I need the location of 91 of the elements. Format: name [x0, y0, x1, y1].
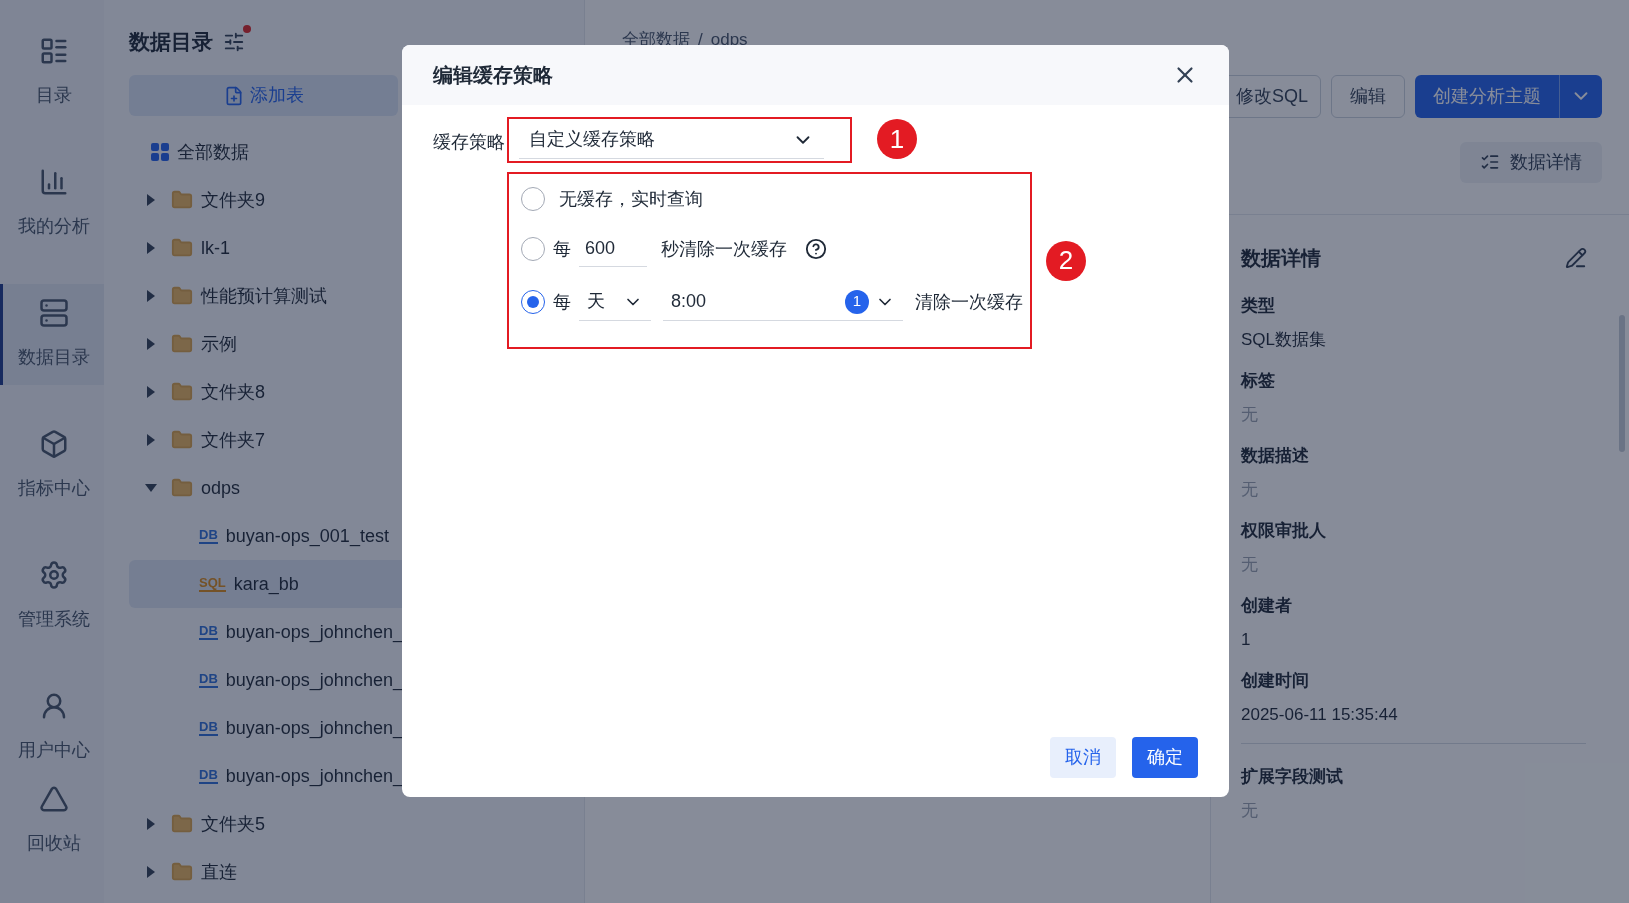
tree-label: 文件夹8 [201, 380, 265, 404]
tree-label: 文件夹7 [201, 428, 265, 452]
option-label: 清除一次缓存 [915, 290, 1023, 314]
tree-label: buyan-ops_johnchen_ [225, 764, 403, 789]
nav-item[interactable]: 我的分析 [0, 153, 104, 254]
seconds-field[interactable]: 600 [579, 231, 647, 267]
list-icon [1480, 152, 1500, 172]
option-label: 秒清除一次缓存 [661, 237, 787, 261]
add-table-button[interactable]: 添加表 [129, 75, 398, 116]
tree-item[interactable]: 直连 [129, 848, 559, 896]
triangle-icon [38, 784, 69, 814]
gear-icon [38, 560, 69, 590]
folder-icon [171, 429, 193, 451]
help-icon[interactable] [805, 238, 827, 260]
tree-label: buyan-ops_johnchen_ [225, 716, 403, 741]
field-label: 权限审批人 [1241, 520, 1327, 542]
tree-label: 直连 [201, 860, 237, 884]
tree-item[interactable]: 示例 [129, 320, 559, 368]
tree-label: buyan-ops_johnchen_ [225, 620, 403, 645]
edit-icon[interactable] [1565, 247, 1587, 269]
option-label: 每 [553, 237, 571, 261]
nav-item[interactable]: 目录 [0, 22, 104, 123]
caret-right-icon[interactable] [147, 434, 155, 446]
nav-item[interactable]: 管理系统 [0, 546, 104, 647]
tree-label: buyan-ops_001_test [225, 524, 389, 549]
tree-item[interactable]: 文件夹9 [129, 176, 559, 224]
filter-icon[interactable] [223, 31, 245, 53]
tree-label: 文件夹9 [201, 188, 265, 212]
tree-item[interactable]: odps [129, 464, 559, 512]
tree-item[interactable]: 文件夹7 [129, 416, 559, 464]
tree-item[interactable]: DB buyan-ops_johnchen_ [129, 656, 559, 704]
tree-item[interactable]: DB buyan-ops_001_test [129, 512, 559, 560]
option-label: 每 [553, 290, 571, 314]
tree-label: 文件夹5 [201, 812, 265, 836]
caret-right-icon[interactable] [147, 866, 155, 878]
folder-icon [171, 861, 193, 883]
create-topic-button[interactable]: 创建分析主题 [1415, 74, 1602, 118]
caret-right-icon[interactable] [147, 386, 155, 398]
time-select[interactable]: 8:00 1 [663, 283, 903, 321]
toolbar-button[interactable]: 编辑 [1331, 74, 1405, 118]
data-details-button[interactable]: 数据详情 [1460, 141, 1602, 183]
folder-icon [171, 333, 193, 355]
tree-label: 示例 [201, 332, 237, 356]
field-value: SQL数据集 [1241, 328, 1328, 351]
field-label: 扩展字段测试 [1241, 766, 1344, 788]
folder-icon [171, 285, 193, 307]
caret-right-icon[interactable] [147, 242, 155, 254]
caret-right-icon[interactable] [147, 338, 155, 350]
ok-button[interactable]: 确定 [1132, 737, 1198, 778]
panel-title: 数据目录 [129, 29, 213, 56]
field-label: 创建者 [1241, 595, 1293, 617]
field-label: 标签 [1241, 370, 1276, 392]
field-value: 1 [1241, 628, 1252, 651]
unit-select[interactable]: 天 [579, 283, 651, 321]
step-badge: 2 [1046, 240, 1086, 281]
panel-title: 数据详情 [1241, 246, 1321, 271]
nav-item[interactable]: 指标中心 [0, 415, 104, 516]
tree-label: 全部数据 [177, 140, 249, 164]
strategy-select[interactable]: 自定义缓存策略 [519, 121, 824, 159]
tree-item[interactable]: DB buyan-ops_johnchen_ [129, 608, 559, 656]
field-label: 类型 [1241, 295, 1276, 317]
caret-right-icon[interactable] [147, 194, 155, 206]
folder-icon [171, 477, 193, 499]
folder-icon [171, 813, 193, 835]
caret-right-icon[interactable] [147, 290, 155, 302]
dialog-title: 编辑缓存策略 [433, 63, 553, 88]
option-label: 无缓存，实时查询 [559, 187, 703, 211]
folder-icon [171, 381, 193, 403]
tree-label: buyan-ops_johnchen_ [225, 668, 403, 693]
caret-right-icon[interactable] [147, 818, 155, 830]
tree-item[interactable]: DB buyan-ops_johnchen_ [129, 704, 559, 752]
folder-icon [171, 189, 193, 211]
tree-item[interactable]: 文件夹8 [129, 368, 559, 416]
count-badge: 1 [845, 289, 869, 314]
field-label: 数据描述 [1241, 445, 1310, 467]
grid-icon [151, 143, 169, 161]
step-badge: 1 [877, 119, 917, 159]
tree-item[interactable]: 文件夹5 [129, 800, 559, 848]
field-label: 缓存策略 [433, 131, 506, 154]
folder-icon [171, 237, 193, 259]
field-label: 创建时间 [1241, 670, 1310, 692]
tree-label: kara_bb [233, 572, 299, 597]
tree-label: lk-1 [201, 236, 230, 260]
tree-item[interactable]: DB buyan-ops_johnchen_ [129, 752, 559, 800]
tree-label: odps [201, 476, 241, 500]
caret-down-icon[interactable] [145, 484, 157, 492]
nav-item[interactable]: 数据目录 [0, 284, 104, 385]
cancel-button[interactable]: 取消 [1050, 737, 1116, 778]
field-value: 2025-06-11 15:35:44 [1241, 703, 1399, 726]
tree-label: 性能预计算测试 [201, 284, 327, 308]
stack-icon [38, 298, 69, 328]
